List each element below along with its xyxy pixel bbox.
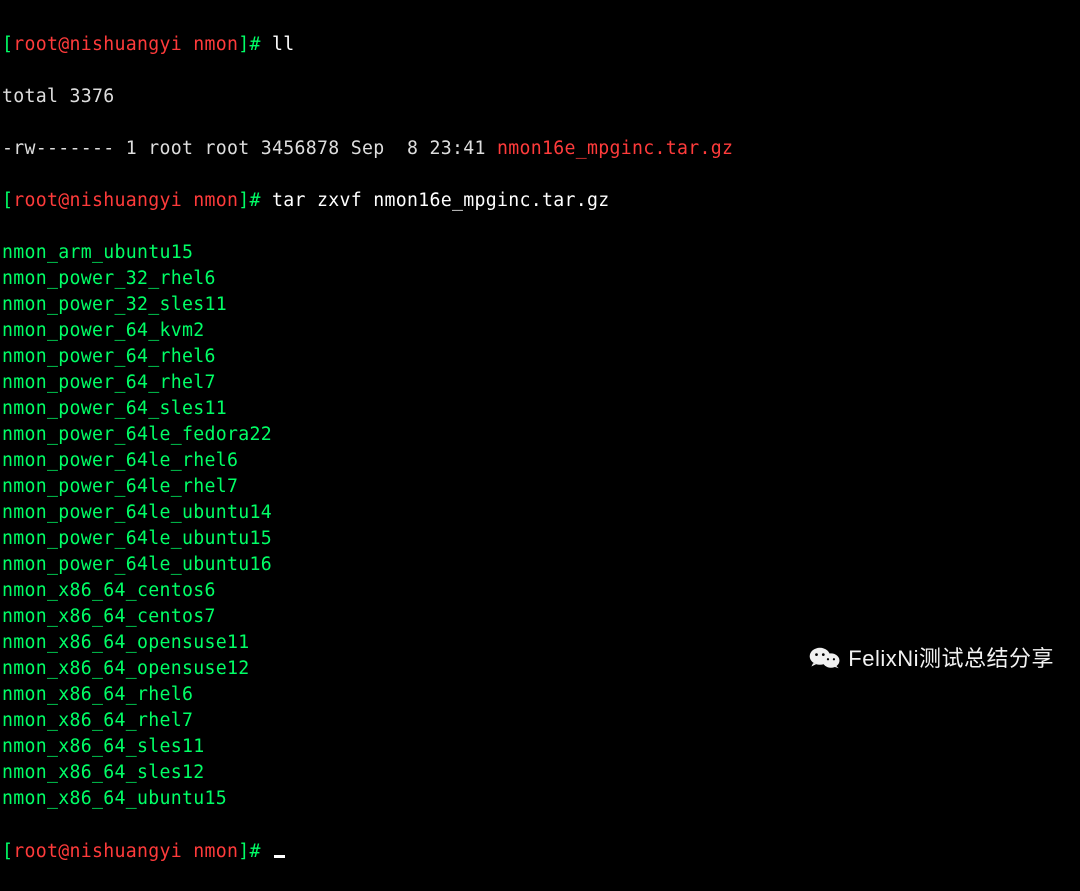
extracted-file: nmon_x86_64_sles11 [2, 734, 1078, 760]
terminal-line-empty-prompt: [root@nishuangyi nmon]# [2, 839, 1078, 865]
extracted-file: nmon_power_64le_ubuntu15 [2, 526, 1078, 552]
extracted-file: nmon_power_32_sles11 [2, 292, 1078, 318]
extracted-file: nmon_power_64le_ubuntu14 [2, 500, 1078, 526]
prompt-symbol: # [250, 34, 261, 55]
file-meta: -rw------- 1 root root 3456878 Sep 8 23:… [2, 138, 497, 159]
extracted-file: nmon_power_64le_ubuntu16 [2, 552, 1078, 578]
command-ll: ll [272, 34, 295, 55]
extracted-file: nmon_power_64_rhel6 [2, 344, 1078, 370]
terminal-line: [root@nishuangyi nmon]# tar zxvf nmon16e… [2, 188, 1078, 214]
extracted-file: nmon_power_64le_fedora22 [2, 422, 1078, 448]
file-name-archive: nmon16e_mpginc.tar.gz [497, 138, 733, 159]
prompt-user-host: root@nishuangyi [13, 34, 182, 55]
extracted-file: nmon_x86_64_centos7 [2, 604, 1078, 630]
extracted-file: nmon_x86_64_centos6 [2, 578, 1078, 604]
extracted-file: nmon_x86_64_opensuse12 [2, 656, 1078, 682]
ll-total: total 3376 [2, 84, 1078, 110]
cursor [274, 855, 285, 858]
extracted-file: nmon_x86_64_opensuse11 [2, 630, 1078, 656]
extracted-file: nmon_power_64le_rhel7 [2, 474, 1078, 500]
terminal-output[interactable]: [root@nishuangyi nmon]# ll total 3376 -r… [2, 6, 1078, 891]
terminal-line: [root@nishuangyi nmon]# ll [2, 32, 1078, 58]
extracted-file: nmon_power_32_rhel6 [2, 266, 1078, 292]
command-tar: tar zxvf nmon16e_mpginc.tar.gz [272, 190, 610, 211]
extracted-file: nmon_x86_64_sles12 [2, 760, 1078, 786]
prompt-dir: nmon [193, 34, 238, 55]
extracted-file: nmon_x86_64_rhel6 [2, 682, 1078, 708]
ll-row: -rw------- 1 root root 3456878 Sep 8 23:… [2, 136, 1078, 162]
prompt-bracket-open: [ [2, 34, 13, 55]
prompt-bracket-close: ] [238, 34, 249, 55]
extracted-file: nmon_power_64le_rhel6 [2, 448, 1078, 474]
extracted-file: nmon_x86_64_rhel7 [2, 708, 1078, 734]
extracted-file: nmon_x86_64_ubuntu15 [2, 786, 1078, 812]
extracted-file: nmon_power_64_kvm2 [2, 318, 1078, 344]
extracted-file: nmon_arm_ubuntu15 [2, 240, 1078, 266]
extracted-file: nmon_power_64_rhel7 [2, 370, 1078, 396]
extracted-file: nmon_power_64_sles11 [2, 396, 1078, 422]
